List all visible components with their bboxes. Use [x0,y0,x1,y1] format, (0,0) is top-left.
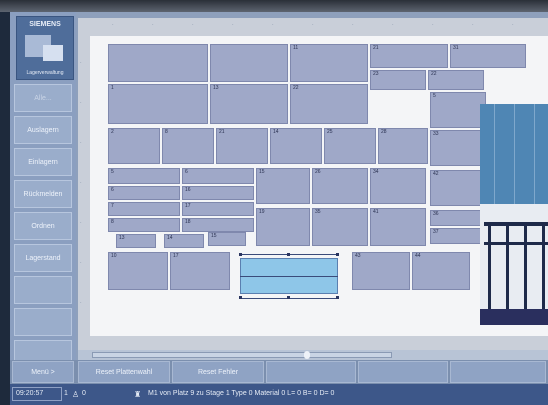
plate-slot[interactable]: 42 [430,170,486,206]
user-icon: ♙ [72,390,80,399]
plate-slot[interactable]: 13 [116,234,156,248]
plate-slot[interactable]: 21 [216,128,268,164]
plate-slot[interactable]: 33 [430,130,486,166]
plate-slot[interactable]: 5 [430,92,486,128]
plate-slot[interactable]: 15 [256,168,310,204]
company-logo: SIEMENS Lagerverwaltung [16,16,74,80]
plate-slot[interactable]: 43 [352,252,410,290]
machine-post [524,222,527,322]
sidebar-item-auslagern[interactable]: Auslagern [14,116,72,144]
toolbar-empty-button-1[interactable] [266,361,356,383]
selection-handle[interactable] [287,296,290,299]
sidebar-empty-slot-1[interactable] [14,276,72,304]
selection-line [240,276,338,277]
machine-base [480,309,548,325]
machine-line [514,104,515,204]
horizontal-scrollbar[interactable] [78,350,548,360]
sidebar-item-lagerstand[interactable]: Lagerstand [14,244,72,272]
plate-slot[interactable]: 44 [412,252,470,290]
plate-slot[interactable]: 23 [370,70,426,90]
menu-button[interactable]: Menü > [12,361,74,383]
logo-subtitle: Lagerverwaltung [26,70,64,76]
ruler-left: · · · · · · · [80,60,82,306]
machine-line [494,104,495,204]
plate-slot[interactable]: 8 [108,218,180,232]
plate-slot[interactable]: 15 [208,232,246,246]
plate-slot[interactable]: 36 [430,210,486,226]
plate-slot[interactable]: 31 [450,44,526,68]
machine-rail [484,242,548,245]
plate-slot[interactable]: 25 [324,128,376,164]
plate-slot[interactable]: 14 [270,128,322,164]
plate-slot[interactable]: 14 [164,234,204,248]
status-count: 0 [82,390,86,397]
plate-slot[interactable]: 17 [182,202,254,216]
status-time: 09:20:57 [16,390,44,397]
plate-slot[interactable]: 10 [108,252,168,290]
sidebar-empty-slot-2[interactable] [14,308,72,336]
plate-slot[interactable]: 5 [108,168,180,184]
sidebar-item-einlagern[interactable]: Einlagern [14,148,72,176]
selection-handle[interactable] [239,296,242,299]
plate-slot[interactable]: 28 [378,128,428,164]
sidebar-item-all[interactable]: Alle... [14,84,72,112]
plate-slot[interactable]: 26 [312,168,368,204]
plate-slot[interactable]: 6 [182,168,254,184]
plate-slot[interactable]: 13 [210,84,288,124]
plate-slot[interactable]: 2 [108,128,160,164]
bottom-toolbar: Menü > Reset Plattenwahl Reset Fehler [10,360,548,384]
hmi-screen: SIEMENS Lagerverwaltung Alle... Auslager… [10,12,548,405]
selection-handle[interactable] [287,253,290,256]
plate-slot[interactable]: 41 [370,208,426,246]
machine-post [506,222,509,322]
sidebar-item-rueckmelden[interactable]: Rückmelden [14,180,72,208]
operator-icon: ♜ [134,390,142,399]
plate-slot[interactable]: 19 [256,208,310,246]
ruler-top: · · · · · · · · · · · [112,22,514,28]
selection-handle[interactable] [336,253,339,256]
plate-slot[interactable]: 16 [182,186,254,200]
status-bar: 09:20:57 1 ♙ 0 ♜ M1 von Platz 9 zu Stage… [10,384,548,405]
plate-slot[interactable]: 7 [108,202,180,216]
scroll-position-marker[interactable] [304,351,310,359]
plate-slot[interactable] [210,44,288,82]
status-user-count: 1 [64,390,68,397]
plate-slot[interactable]: 6 [108,186,180,200]
plate-slot[interactable]: 11 [290,44,368,82]
reset-error-button[interactable]: Reset Fehler [172,361,264,383]
storage-machine-graphic [480,104,548,325]
plate-slot[interactable]: 22 [428,70,484,90]
plate-slot[interactable]: 17 [170,252,230,290]
plate-slot[interactable]: 1 [108,84,208,124]
plate-slot[interactable]: 8 [162,128,214,164]
plate-slot[interactable]: 22 [290,84,368,124]
monitor-bezel [0,0,548,12]
scrollbar-thumb[interactable] [92,352,392,358]
machine-post [488,222,491,322]
plate-slot[interactable]: 35 [312,208,368,246]
machine-line [534,104,535,204]
plate-slot[interactable]: 37 [430,228,486,244]
machine-rail [484,222,548,226]
toolbar-empty-button-2[interactable] [358,361,448,383]
sidebar-item-ordnen[interactable]: Ordnen [14,212,72,240]
toolbar-empty-button-3[interactable] [450,361,546,383]
plate-slot[interactable] [108,44,208,82]
plate-slot[interactable]: 18 [182,218,254,232]
machine-post [542,222,545,322]
logo-graphic-accent [43,45,63,61]
sidebar: SIEMENS Lagerverwaltung Alle... Auslager… [10,12,76,372]
reset-plate-selection-button[interactable]: Reset Plattenwahl [78,361,170,383]
selection-handle[interactable] [336,296,339,299]
status-message: M1 von Platz 9 zu Stage 1 Type 0 Materia… [148,390,335,397]
plate-slot[interactable]: 34 [370,168,426,204]
plate-slot[interactable]: 21 [370,44,448,68]
selection-handle[interactable] [239,253,242,256]
logo-brand: SIEMENS [29,21,61,28]
